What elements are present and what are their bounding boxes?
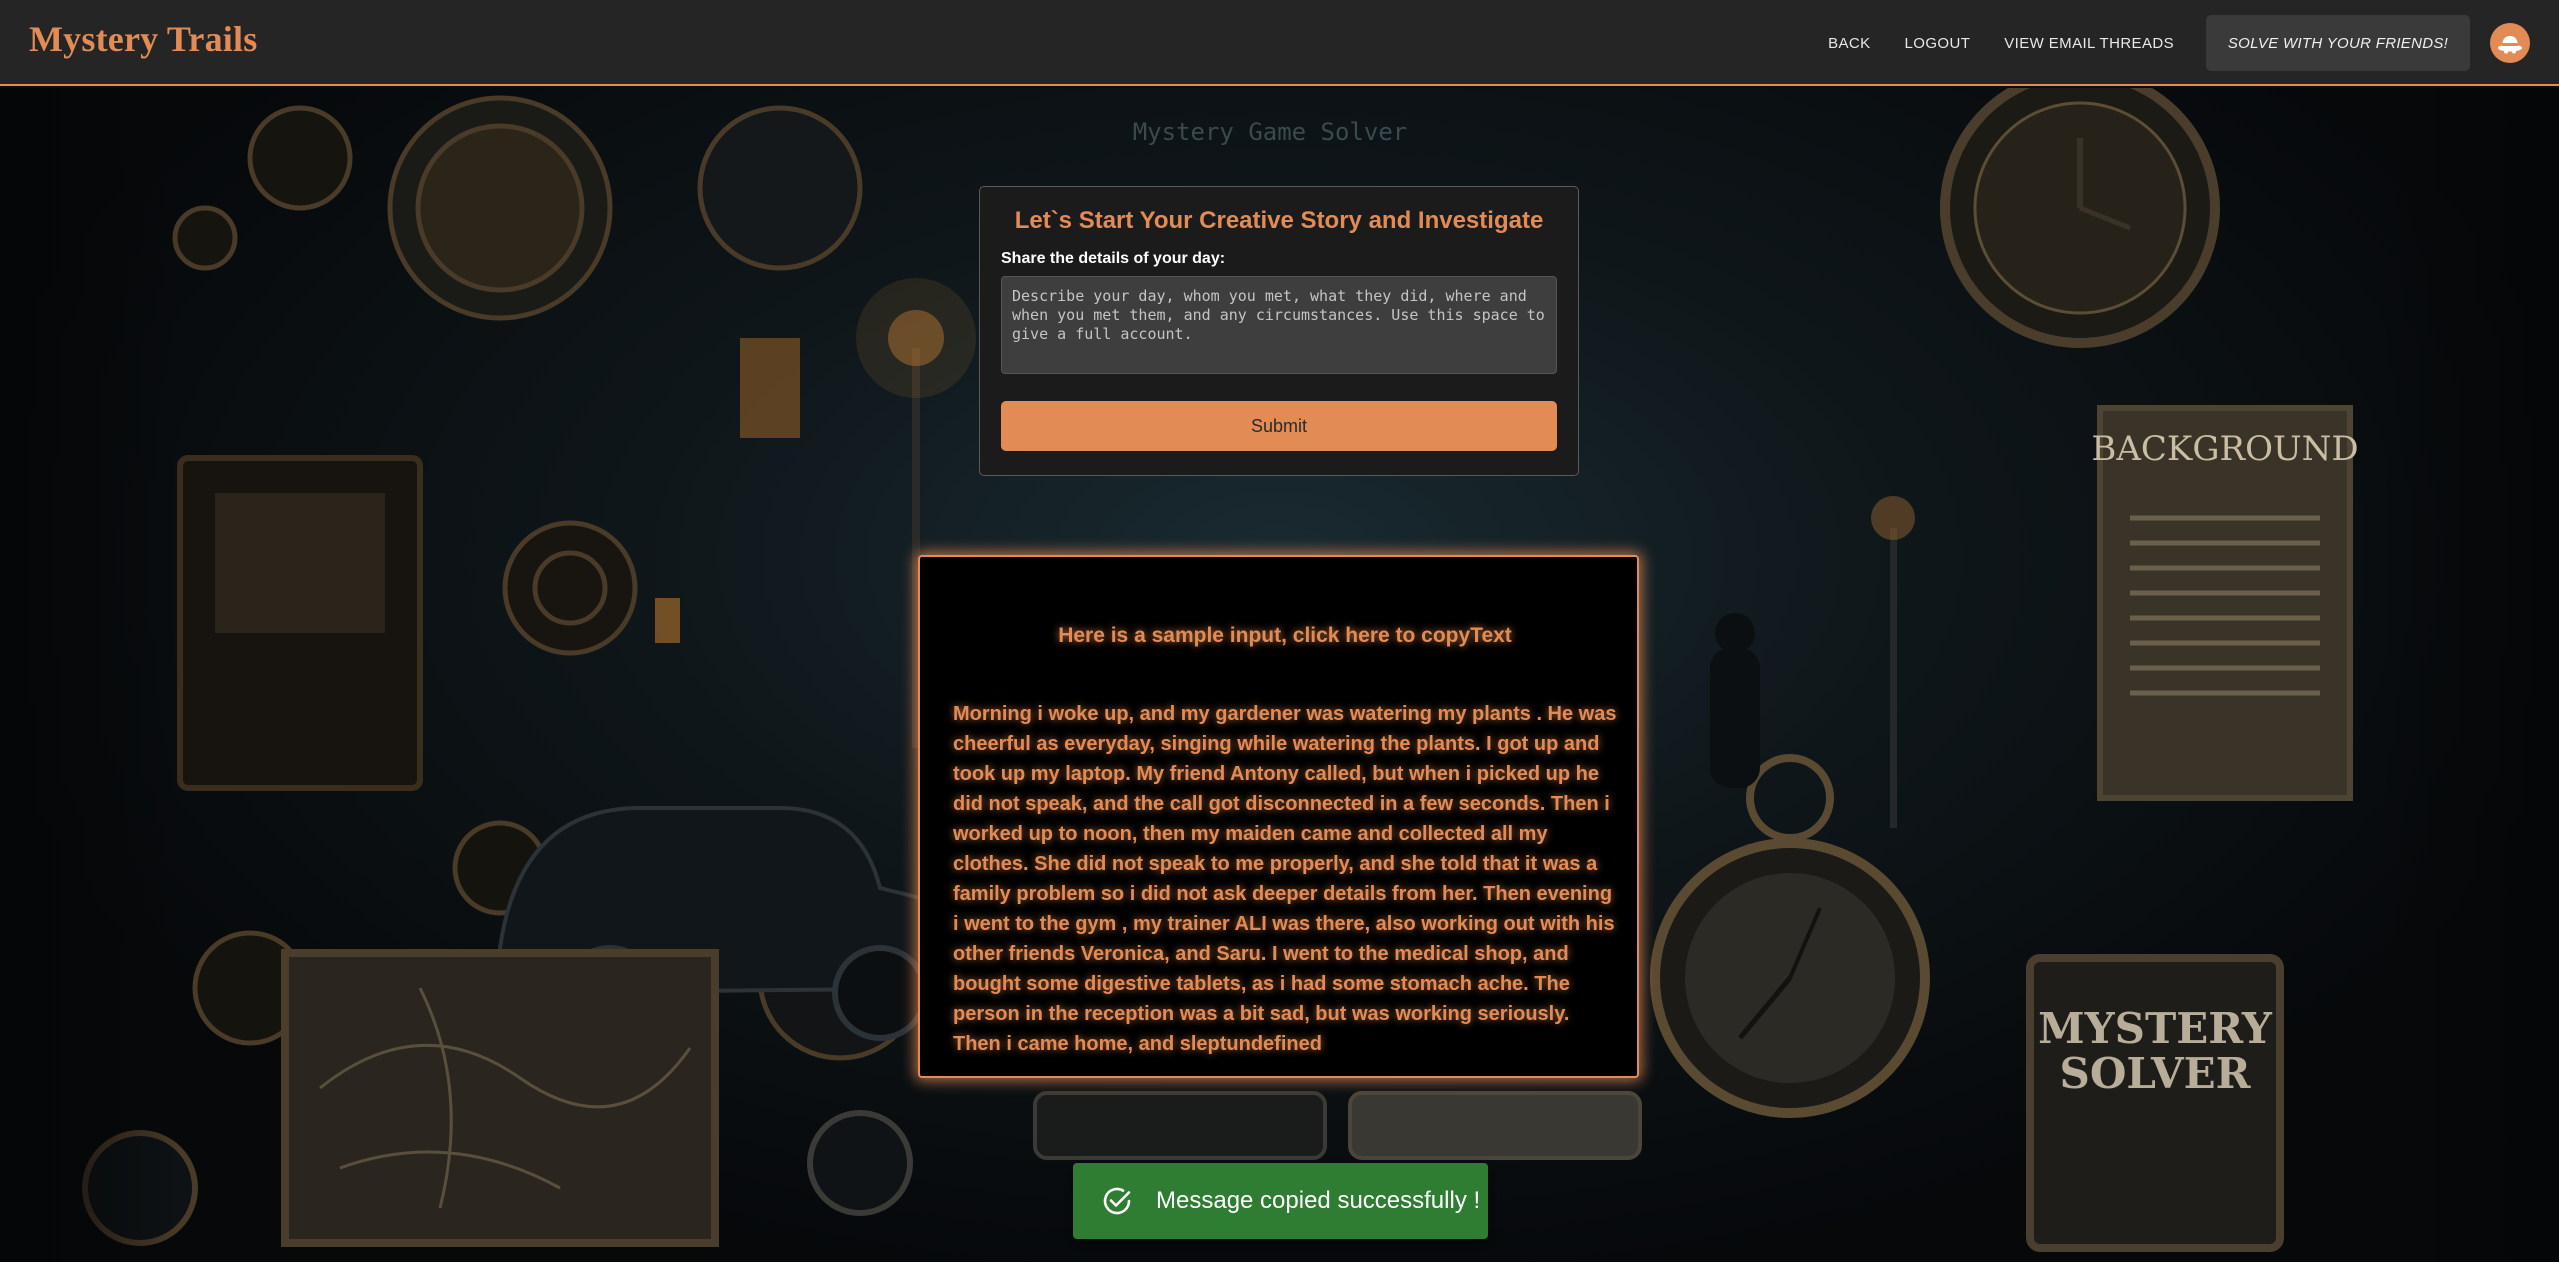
sample-copy-link[interactable]: Here is a sample input, click here to co… bbox=[953, 624, 1617, 648]
faint-title: Mystery Game Solver bbox=[1133, 118, 1408, 146]
day-details-label: Share the details of your day: bbox=[1001, 250, 1226, 267]
submit-button[interactable]: Submit bbox=[1001, 401, 1557, 451]
sample-input-card[interactable]: Here is a sample input, click here to co… bbox=[918, 555, 1639, 1078]
left-vignette bbox=[0, 88, 180, 1262]
brand-logo[interactable]: Mystery Trails bbox=[29, 18, 257, 60]
check-circle-icon bbox=[1103, 1187, 1131, 1215]
email-threads-link[interactable]: VIEW EMAIL THREADS bbox=[2004, 35, 2174, 52]
poster-title: BACKGROUND bbox=[2091, 429, 2358, 469]
back-link[interactable]: BACK bbox=[1828, 35, 1870, 52]
copy-success-toast: Message copied successfully ! bbox=[1073, 1163, 1488, 1239]
sample-story-text: Morning i woke up, and my gardener was w… bbox=[953, 703, 1617, 1055]
solve-with-friends-button[interactable]: SOLVE WITH YOUR FRIENDS! bbox=[2206, 15, 2470, 71]
right-vignette bbox=[2379, 88, 2559, 1262]
nav-menu: BACK LOGOUT VIEW EMAIL THREADS SOLVE WIT… bbox=[1828, 0, 2559, 86]
story-form-card: Let`s Start Your Creative Story and Inve… bbox=[979, 186, 1579, 476]
day-details-textarea[interactable] bbox=[1001, 276, 1557, 374]
top-navbar: Mystery Trails BACK LOGOUT VIEW EMAIL TH… bbox=[0, 0, 2559, 86]
logout-link[interactable]: LOGOUT bbox=[1905, 35, 1971, 52]
box-title-line2: SOLVER bbox=[2060, 1049, 2252, 1098]
box-title-line1: MYSTERY bbox=[2038, 1004, 2273, 1053]
form-title: Let`s Start Your Creative Story and Inve… bbox=[1014, 207, 1544, 234]
detective-hat-icon[interactable] bbox=[2490, 23, 2530, 63]
toast-message: Message copied successfully ! bbox=[1156, 1187, 1481, 1214]
